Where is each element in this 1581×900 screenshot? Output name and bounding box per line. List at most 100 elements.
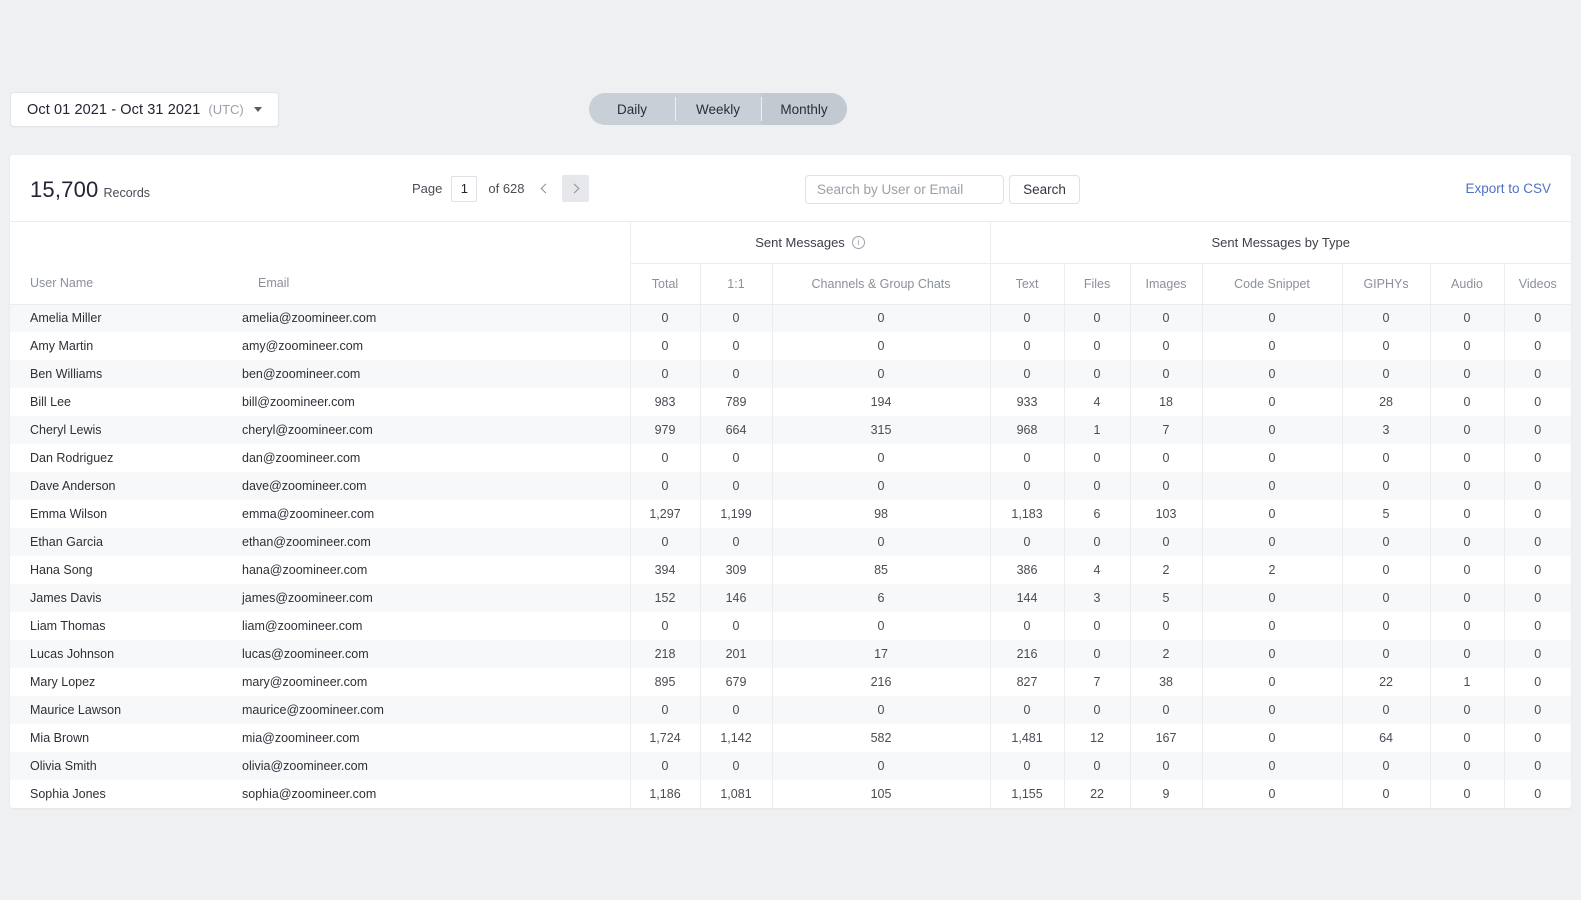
search-button[interactable]: Search xyxy=(1009,175,1080,204)
cell-user-name: Olivia Smith xyxy=(10,752,238,780)
cell-audio: 0 xyxy=(1430,500,1504,528)
cell-channels-group-chats: 194 xyxy=(772,388,990,416)
date-range-picker[interactable]: Oct 01 2021 - Oct 31 2021 (UTC) xyxy=(10,92,279,127)
column-header-images[interactable]: Images xyxy=(1130,263,1202,304)
tab-weekly[interactable]: Weekly xyxy=(675,93,761,125)
cell-email: maurice@zoomineer.com xyxy=(238,696,630,724)
cell-text: 1,155 xyxy=(990,780,1064,808)
cell-files: 4 xyxy=(1064,556,1130,584)
cell-text: 0 xyxy=(990,696,1064,724)
cell-giphys: 0 xyxy=(1342,556,1430,584)
table-row[interactable]: James Davisjames@zoomineer.com1521466144… xyxy=(10,584,1571,612)
column-header-text[interactable]: Text xyxy=(990,263,1064,304)
table-row[interactable]: Lucas Johnsonlucas@zoomineer.com21820117… xyxy=(10,640,1571,668)
cell-total: 0 xyxy=(630,304,700,332)
chevron-down-icon xyxy=(254,107,262,112)
page-number-input[interactable] xyxy=(451,176,477,202)
cell-videos: 0 xyxy=(1504,360,1571,388)
column-header-one-to-one[interactable]: 1:1 xyxy=(700,263,772,304)
cell-channels-group-chats: 0 xyxy=(772,612,990,640)
cell-channels-group-chats: 0 xyxy=(772,752,990,780)
report-card: 15,700 Records Page of 628 Search Export… xyxy=(10,155,1571,808)
table-row[interactable]: Mary Lopezmary@zoomineer.com895679216827… xyxy=(10,668,1571,696)
column-header-total[interactable]: Total xyxy=(630,263,700,304)
cell-email: mary@zoomineer.com xyxy=(238,668,630,696)
column-header-user-name[interactable]: User Name xyxy=(10,263,238,304)
table-row[interactable]: Olivia Smitholivia@zoomineer.com00000000… xyxy=(10,752,1571,780)
cell-total: 1,186 xyxy=(630,780,700,808)
export-to-csv-link[interactable]: Export to CSV xyxy=(1465,181,1551,196)
cell-channels-group-chats: 0 xyxy=(772,696,990,724)
cell-text: 0 xyxy=(990,304,1064,332)
cell-giphys: 5 xyxy=(1342,500,1430,528)
table-row[interactable]: Dave Andersondave@zoomineer.com000000000… xyxy=(10,472,1571,500)
column-header-channels-group-chats[interactable]: Channels & Group Chats xyxy=(772,263,990,304)
column-header-files[interactable]: Files xyxy=(1064,263,1130,304)
cell-total: 1,297 xyxy=(630,500,700,528)
cell-text: 0 xyxy=(990,360,1064,388)
cell-files: 3 xyxy=(1064,584,1130,612)
previous-page-button[interactable] xyxy=(531,175,558,202)
table-row[interactable]: Amy Martinamy@zoomineer.com0000000000 xyxy=(10,332,1571,360)
column-header-code-snippet[interactable]: Code Snippet xyxy=(1202,263,1342,304)
timezone-label: (UTC) xyxy=(208,102,243,117)
table-row[interactable]: Bill Leebill@zoomineer.com98378919493341… xyxy=(10,388,1571,416)
cell-files: 4 xyxy=(1064,388,1130,416)
column-header-audio[interactable]: Audio xyxy=(1430,263,1504,304)
cell-channels-group-chats: 582 xyxy=(772,724,990,752)
cell-code-snippet: 0 xyxy=(1202,416,1342,444)
cell-audio: 0 xyxy=(1430,780,1504,808)
cell-email: lucas@zoomineer.com xyxy=(238,640,630,668)
table-row[interactable]: Cheryl Lewischeryl@zoomineer.com97966431… xyxy=(10,416,1571,444)
cell-giphys: 0 xyxy=(1342,612,1430,640)
table-row[interactable]: Emma Wilsonemma@zoomineer.com1,2971,1999… xyxy=(10,500,1571,528)
column-header-videos[interactable]: Videos xyxy=(1504,263,1571,304)
info-icon[interactable]: i xyxy=(852,236,865,249)
cell-one-to-one: 0 xyxy=(700,472,772,500)
table-row[interactable]: Mia Brownmia@zoomineer.com1,7241,1425821… xyxy=(10,724,1571,752)
cell-total: 0 xyxy=(630,444,700,472)
cell-one-to-one: 0 xyxy=(700,304,772,332)
cell-giphys: 0 xyxy=(1342,696,1430,724)
pagination: Page of 628 xyxy=(412,175,589,202)
cell-giphys: 64 xyxy=(1342,724,1430,752)
cell-one-to-one: 789 xyxy=(700,388,772,416)
table-row[interactable]: Liam Thomasliam@zoomineer.com0000000000 xyxy=(10,612,1571,640)
table-row[interactable]: Sophia Jonessophia@zoomineer.com1,1861,0… xyxy=(10,780,1571,808)
cell-email: cheryl@zoomineer.com xyxy=(238,416,630,444)
column-header-email[interactable]: Email xyxy=(238,263,630,304)
cell-giphys: 22 xyxy=(1342,668,1430,696)
table-body: Amelia Milleramelia@zoomineer.com0000000… xyxy=(10,304,1571,808)
cell-code-snippet: 0 xyxy=(1202,640,1342,668)
cell-total: 152 xyxy=(630,584,700,612)
cell-one-to-one: 0 xyxy=(700,360,772,388)
cell-one-to-one: 1,142 xyxy=(700,724,772,752)
cell-images: 0 xyxy=(1130,332,1202,360)
cell-giphys: 28 xyxy=(1342,388,1430,416)
table-row[interactable]: Ethan Garciaethan@zoomineer.com000000000… xyxy=(10,528,1571,556)
cell-one-to-one: 0 xyxy=(700,444,772,472)
search-input[interactable] xyxy=(805,175,1004,204)
cell-total: 979 xyxy=(630,416,700,444)
cell-images: 0 xyxy=(1130,304,1202,332)
column-header-giphys[interactable]: GIPHYs xyxy=(1342,263,1430,304)
next-page-button[interactable] xyxy=(562,175,589,202)
table-row[interactable]: Ben Williamsben@zoomineer.com0000000000 xyxy=(10,360,1571,388)
cell-channels-group-chats: 6 xyxy=(772,584,990,612)
cell-videos: 0 xyxy=(1504,332,1571,360)
cell-email: emma@zoomineer.com xyxy=(238,500,630,528)
cell-audio: 0 xyxy=(1430,416,1504,444)
table-row[interactable]: Maurice Lawsonmaurice@zoomineer.com00000… xyxy=(10,696,1571,724)
tab-daily[interactable]: Daily xyxy=(589,93,675,125)
table-row[interactable]: Dan Rodriguezdan@zoomineer.com0000000000 xyxy=(10,444,1571,472)
cell-user-name: Mia Brown xyxy=(10,724,238,752)
cell-audio: 0 xyxy=(1430,332,1504,360)
cell-giphys: 0 xyxy=(1342,752,1430,780)
cell-one-to-one: 0 xyxy=(700,752,772,780)
cell-text: 386 xyxy=(990,556,1064,584)
table-row[interactable]: Amelia Milleramelia@zoomineer.com0000000… xyxy=(10,304,1571,332)
cell-one-to-one: 664 xyxy=(700,416,772,444)
tab-monthly[interactable]: Monthly xyxy=(761,93,847,125)
table-row[interactable]: Hana Songhana@zoomineer.com3943098538642… xyxy=(10,556,1571,584)
cell-audio: 0 xyxy=(1430,528,1504,556)
